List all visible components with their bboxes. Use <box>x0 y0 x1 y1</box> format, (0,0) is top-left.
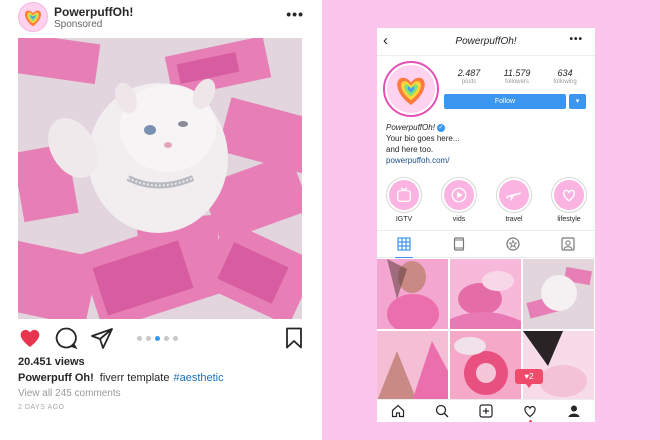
follow-button[interactable]: Follow <box>444 94 566 109</box>
profile-bio: PowerpuffOh! ✓ Your bio goes here... and … <box>386 122 460 166</box>
stat-posts[interactable]: 2.487 posts <box>445 68 493 85</box>
profile-topbar: ‹ PowerpuffOh! ••• <box>377 28 595 56</box>
carousel-dot[interactable] <box>146 336 151 341</box>
grid-icon[interactable] <box>397 237 411 251</box>
profile-tabs <box>377 230 595 258</box>
sponsored-label: Sponsored <box>54 19 103 30</box>
bookmark-icon[interactable] <box>282 326 306 350</box>
post-actions <box>18 326 308 354</box>
highlight-label: travel <box>505 216 523 223</box>
stat-label: followers <box>505 79 529 85</box>
profile-stats: 2.487 posts 11.579 followers 634 followi… <box>445 68 589 90</box>
heart-outline-icon <box>563 189 575 202</box>
view-comments-link[interactable]: View all 245 comments <box>18 388 121 399</box>
activity-dot <box>529 420 532 422</box>
rainbow-heart-icon <box>397 77 425 105</box>
grid-photo[interactable] <box>450 331 521 401</box>
stat-value: 634 <box>557 68 573 78</box>
highlight-igtv[interactable]: IGTV <box>384 177 424 223</box>
carousel-dot[interactable] <box>164 336 169 341</box>
airplane-icon <box>506 192 522 201</box>
grid-photo[interactable] <box>450 259 521 329</box>
bio-link[interactable]: powerpuffoh.com/ <box>386 155 460 166</box>
more-options-icon[interactable]: ••• <box>286 6 304 22</box>
chevron-down-icon[interactable]: ▾ <box>569 94 586 109</box>
grid-photo[interactable] <box>523 259 594 329</box>
stat-value: 11.579 <box>503 68 531 78</box>
profile-avatar[interactable] <box>383 61 439 117</box>
bio-line: and here too. <box>386 145 434 154</box>
bio-line: Your bio goes here... <box>386 134 460 143</box>
avatar[interactable] <box>18 2 48 32</box>
add-icon[interactable] <box>479 404 493 418</box>
highlight-travel[interactable]: travel <box>494 177 534 223</box>
search-icon[interactable] <box>435 404 449 418</box>
stat-following[interactable]: 634 following <box>541 68 589 85</box>
grid-photo[interactable] <box>377 259 448 329</box>
tagged-icon[interactable] <box>561 237 575 251</box>
caption-username[interactable]: Powerpuff Oh! <box>18 372 94 384</box>
like-count: 2 <box>529 372 534 381</box>
highlight-label: vids <box>452 216 466 223</box>
highlight-vids[interactable]: vids <box>439 177 479 223</box>
story-highlights: IGTV vids travel lifestyle <box>384 177 590 227</box>
tv-icon <box>397 187 411 202</box>
cat-with-money-photo <box>18 38 302 319</box>
stat-label: posts <box>461 79 477 85</box>
like-notification-badge[interactable]: ♥2 <box>515 369 543 388</box>
profile-title: PowerpuffOh! <box>455 36 517 47</box>
post-image[interactable] <box>18 38 302 319</box>
caption-hashtag[interactable]: #aesthetic <box>173 372 223 384</box>
star-icon[interactable] <box>506 237 520 251</box>
carousel-dot[interactable] <box>173 336 178 341</box>
feed-post: PowerpuffOh! Sponsored ••• 20.451 views … <box>0 0 322 440</box>
stat-followers[interactable]: 11.579 followers <box>493 68 541 85</box>
profile-icon[interactable] <box>567 404 581 418</box>
active-tab-indicator <box>395 257 413 258</box>
grid-photo[interactable] <box>523 331 594 401</box>
heart-icon[interactable] <box>18 326 42 350</box>
caption: Powerpuff Oh! fiverr template #aesthetic <box>18 372 224 384</box>
more-options-icon[interactable]: ••• <box>569 34 583 45</box>
home-icon[interactable] <box>391 404 405 418</box>
caption-text: fiverr template <box>99 372 170 384</box>
play-icon <box>451 187 467 203</box>
comment-icon[interactable] <box>54 326 78 350</box>
photo-grid <box>377 259 595 401</box>
views-count: 20.451 views <box>18 356 85 368</box>
heart-icon[interactable] <box>523 404 537 418</box>
grid-photo[interactable] <box>377 331 448 401</box>
tablet-icon[interactable] <box>452 237 466 251</box>
post-header: PowerpuffOh! Sponsored ••• <box>18 2 310 38</box>
bottom-navigation <box>377 399 595 422</box>
stat-label: following <box>553 79 577 85</box>
highlight-lifestyle[interactable]: lifestyle <box>549 177 589 223</box>
profile-screen: ‹ PowerpuffOh! ••• 2.487 posts 11.579 fo… <box>377 28 595 422</box>
highlight-label: IGTV <box>395 216 413 223</box>
highlight-label: lifestyle <box>557 216 581 223</box>
bio-name: PowerpuffOh! <box>386 123 435 132</box>
share-icon[interactable] <box>90 326 114 350</box>
carousel-dots[interactable] <box>137 336 178 342</box>
carousel-dot[interactable] <box>137 336 142 341</box>
rainbow-heart-icon <box>24 10 42 27</box>
post-username[interactable]: PowerpuffOh! <box>54 5 133 19</box>
post-timestamp: 2 DAYS AGO <box>18 404 65 411</box>
stat-value: 2.487 <box>457 68 481 78</box>
carousel-dot[interactable] <box>155 336 160 341</box>
verified-badge-icon: ✓ <box>436 123 445 132</box>
